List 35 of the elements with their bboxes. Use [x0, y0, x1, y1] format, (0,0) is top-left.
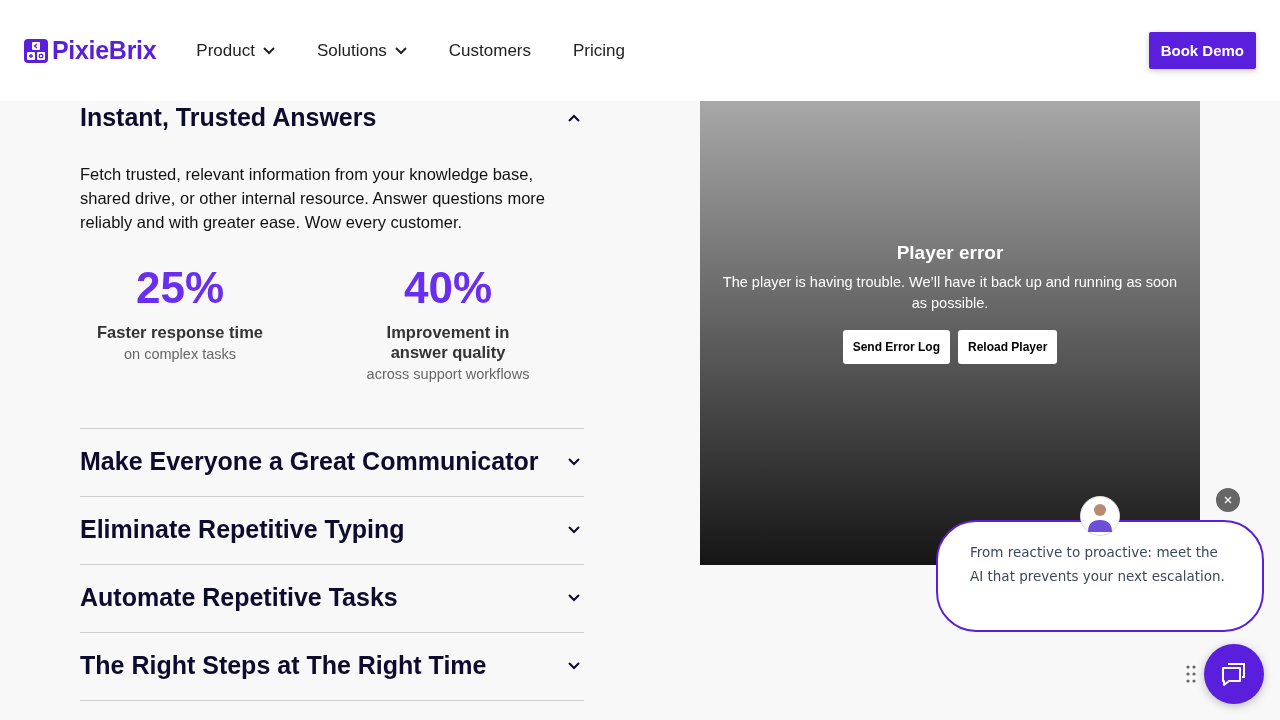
avatar	[1080, 496, 1120, 536]
accordion-header[interactable]: Automate Repetitive Tasks	[80, 565, 584, 632]
stat-label: Improvement in answer quality	[385, 322, 511, 362]
nav-link[interactable]: Solutions	[312, 36, 411, 65]
nav-link[interactable]: Customers	[444, 36, 536, 65]
close-icon	[1224, 496, 1232, 504]
chat-button[interactable]	[1204, 644, 1264, 704]
chevron-down-icon	[568, 457, 580, 466]
chevron-down-icon	[568, 661, 580, 670]
stat-value: 25%	[134, 266, 226, 310]
chat-message: From reactive to proactive: meet the AI that prevents your next escalation.	[970, 543, 1226, 586]
accordion-header[interactable]: The Right Steps at The Right Time	[80, 633, 584, 700]
stat-label: Faster response time	[96, 322, 264, 342]
logo[interactable]: PixieBrix	[24, 36, 157, 65]
chevron-up-icon	[568, 113, 580, 122]
drag-handle-icon[interactable]	[1186, 665, 1196, 683]
accordion-header[interactable]: Make Everyone a Great Communicator	[80, 429, 584, 496]
book-demo-button[interactable]: Book Demo	[1148, 32, 1256, 69]
reload-player-button[interactable]: Reload Player	[958, 330, 1058, 364]
stat-note: across support workflows	[365, 366, 531, 382]
accordion-header[interactable]: Instant, Trusted Answers	[80, 101, 584, 136]
nav-link[interactable]: Product	[192, 36, 279, 65]
logo-icon	[24, 38, 48, 63]
player-error-title: Player error	[896, 242, 1004, 264]
nav-link[interactable]: Pricing	[569, 36, 629, 65]
accordion-header[interactable]: Eliminate Repetitive Typing	[80, 497, 584, 564]
stat-value: 40%	[402, 266, 494, 310]
chevron-down-icon	[568, 525, 580, 534]
chat-bubble[interactable]: From reactive to proactive: meet the AI that prevents your next escalation.	[936, 520, 1264, 632]
player-error-message: The player is having trouble. We’ll have it back up and running as soon as possible.	[721, 273, 1179, 313]
close-button[interactable]	[1216, 488, 1240, 512]
stat-note: on complex tasks	[123, 346, 237, 362]
chevron-down-icon	[568, 593, 580, 602]
description-text: Fetch trusted, relevant information from your knowledge base, shared drive, or other internal resource. Answer questions more reliably and with greater ease. Wow every customer.	[80, 164, 546, 233]
send-error-log-button[interactable]: Send Error Log	[842, 330, 950, 364]
